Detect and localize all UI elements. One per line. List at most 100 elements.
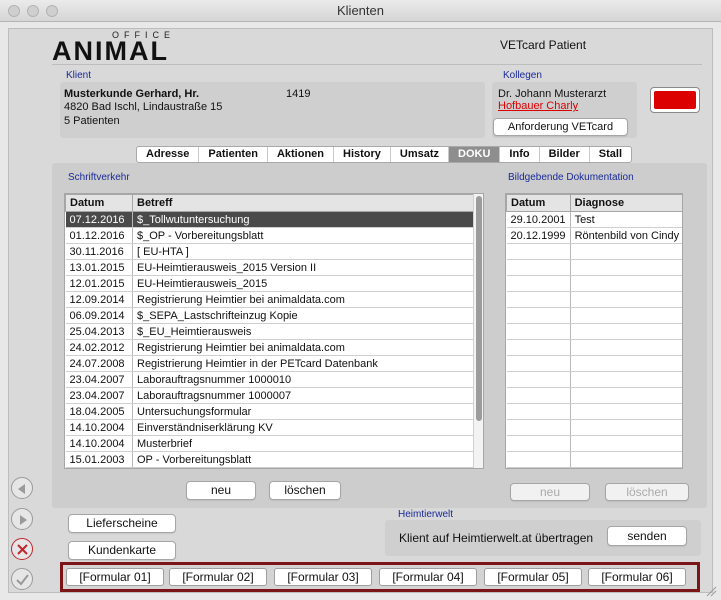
zoom-window-icon[interactable] [46,5,58,17]
table-row[interactable]: 30.11.2016[ EU-HTA ] [65,243,475,260]
heimtierwelt-label: Heimtierwelt [398,509,454,520]
column-header-date[interactable]: Datum [506,194,571,212]
empty-row [506,259,682,276]
form-button-04[interactable]: [Formular 04] [379,568,477,586]
row-date: 15.01.2003 [65,451,133,468]
row-subject: $_SEPA_Lastschrifteinzug Kopie [132,307,475,324]
form-button-06[interactable]: [Formular 06] [588,568,686,586]
empty-cell [570,323,682,340]
empty-cell [506,275,571,292]
tab-patienten[interactable]: Patienten [199,147,268,162]
row-subject: Laborauftragsnummer 1000010 [132,371,475,388]
row-date: 20.12.1999 [506,227,571,244]
table-row[interactable]: 25.04.2013 $_EU_Heimtierausweis [65,323,475,340]
minimize-window-icon[interactable] [27,5,39,17]
empty-cell [570,243,682,260]
column-header-diagnosis[interactable]: Diagnose [569,194,682,212]
row-date: 23.04.2007 [65,371,133,388]
table-row[interactable]: 24.07.2008 Registrierung Heimtier in der … [65,355,475,372]
delete-image-button[interactable]: löschen [605,483,689,501]
tab-bilder[interactable]: Bilder [540,147,590,162]
tab-umsatz[interactable]: Umsatz [391,147,450,162]
row-subject: $_Tollwutuntersuchung [132,211,475,228]
empty-cell [570,387,682,404]
tab-adresse[interactable]: Adresse [137,147,200,162]
tab-doku[interactable]: DOKU [449,147,501,162]
empty-cell [506,243,571,260]
imaging-label: Bildgebende Dokumentation [508,172,634,183]
table-row[interactable]: 18.04.2005 Untersuchungsformular [65,403,475,420]
empty-cell [506,307,571,324]
send-button[interactable]: senden [607,526,687,546]
client-patients: 5 Patienten [64,115,120,127]
form-button-05[interactable]: [Formular 05] [484,568,582,586]
scrollbar-thumb[interactable] [476,196,482,421]
empty-row [506,403,682,420]
table-row[interactable]: 24.02.2012 Registrierung Heimtier bei ani… [65,339,475,356]
close-window-icon[interactable] [8,5,20,17]
row-subject: Registrierung Heimtier in der PETcard Da… [132,355,475,372]
table-row[interactable]: 01.12.2016 $_OP - Vorbereitungsblatt [65,227,475,244]
confirm-button[interactable] [11,568,33,590]
customer-card-button[interactable]: Kundenkarte [68,541,176,560]
tab-aktionen[interactable]: Aktionen [268,147,334,162]
empty-cell [570,339,682,356]
empty-cell [506,403,571,420]
row-subject: EU-Heimtierausweis_2015 Version II [132,259,475,276]
empty-cell [506,355,571,372]
empty-cell [570,355,682,372]
heimtierwelt-text: Klient auf Heimtierwelt.at übertragen [399,531,594,545]
cancel-button[interactable] [11,538,33,560]
imaging-table: Datum Diagnose 29.10.2001 Test 20.12.1999 R… [506,194,682,468]
empty-cell [570,451,682,468]
request-vetcard-button[interactable]: Anforderung VETcard [493,118,628,136]
form-button-01[interactable]: [Formular 01] [66,568,164,586]
form-button-02[interactable]: [Formular 02] [169,568,267,586]
row-subject: Laborauftragsnummer 1000007 [132,387,475,404]
new-image-button[interactable]: neu [510,483,590,501]
table-row[interactable]: 20.12.1999 Röntenbild von Cindy [506,227,682,244]
table-row[interactable]: 15.01.2003 OP - Vorbereitungsblatt [65,451,475,468]
table-row[interactable]: 06.09.2014 $_SEPA_Lastschrifteinzug Kopie [65,307,475,324]
correspondence-scrollbar[interactable] [473,194,483,468]
column-header-date[interactable]: Datum [65,194,133,212]
form-bar: [Formular 01] [Formular 02] [Formular 03] [… [60,562,700,592]
empty-cell [506,419,571,436]
table-row[interactable]: 13.01.2015 EU-Heimtierausweis_2015 Versio… [65,259,475,276]
empty-row [506,451,682,468]
form-button-03[interactable]: [Formular 03] [274,568,372,586]
client-address: 4820 Bad Ischl, Lindaustraße 15 [64,101,223,113]
empty-cell [570,371,682,388]
colleague-label: Kollegen [503,70,542,81]
empty-cell [570,403,682,420]
tab-stall[interactable]: Stall [590,147,631,162]
row-subject: Registrierung Heimtier bei animaldata.co… [132,339,475,356]
colleague-link[interactable]: Hofbauer Charly [498,100,578,112]
empty-row [506,387,682,404]
new-document-button[interactable]: neu [186,481,256,500]
row-diagnosis: Röntenbild von Cindy [570,227,682,244]
empty-row [506,339,682,356]
table-row[interactable]: 14.10.2004 Einverständniserklärung KV [65,419,475,436]
resize-grip-icon[interactable] [705,585,717,597]
column-header-subject[interactable]: Betreff [132,194,475,212]
table-row[interactable]: 12.01.2015 EU-Heimtierausweis_2015 [65,275,475,292]
table-row[interactable]: 12.09.2014 Registrierung Heimtier bei ani… [65,291,475,308]
row-date: 14.10.2004 [65,435,133,452]
tab-history[interactable]: History [334,147,391,162]
table-row[interactable]: 07.12.2016 $_Tollwutuntersuchung [65,211,475,228]
empty-cell [570,435,682,452]
table-row[interactable]: 14.10.2004 Musterbrief [65,435,475,452]
empty-row [506,323,682,340]
row-date: 12.01.2015 [65,275,133,292]
window-title: Klienten [337,3,384,18]
forward-button[interactable] [11,508,33,530]
delivery-notes-button[interactable]: Lieferscheine [68,514,176,533]
empty-cell [570,307,682,324]
table-row[interactable]: 29.10.2001 Test [506,211,682,228]
table-row[interactable]: 23.04.2007 Laborauftragsnummer 1000010 [65,371,475,388]
table-row[interactable]: 23.04.2007 Laborauftragsnummer 1000007 [65,387,475,404]
delete-document-button[interactable]: löschen [269,481,341,500]
back-button[interactable] [11,477,33,499]
tab-info[interactable]: Info [500,147,540,162]
